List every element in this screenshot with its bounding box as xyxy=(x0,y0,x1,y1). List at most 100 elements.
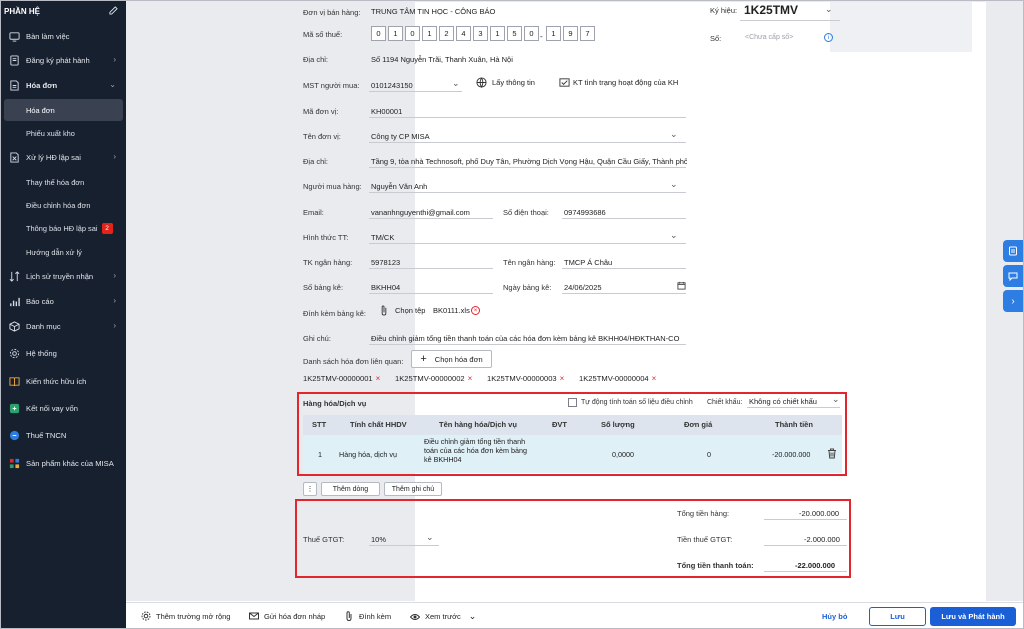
cell-amount[interactable]: -20.000.000 xyxy=(772,450,810,459)
chevron-down-icon[interactable]: ⌄ xyxy=(670,129,678,140)
sidebar-item-adjust[interactable]: Điều chỉnh hóa đơn xyxy=(1,194,126,216)
sidebar-item-report[interactable]: Báo cáo › xyxy=(1,290,126,312)
attach-button[interactable]: Đính kèm xyxy=(344,611,391,621)
sidebar-item-system[interactable]: Hệ thống xyxy=(1,342,126,364)
floating-chat-button[interactable] xyxy=(1003,265,1023,287)
add-note-button[interactable]: Thêm ghi chú xyxy=(384,482,442,496)
cell-qty[interactable]: 0,0000 xyxy=(612,450,634,459)
chevron-right-icon: › xyxy=(113,55,116,64)
choose-invoice-button[interactable]: + Chọn hóa đơn xyxy=(411,350,492,368)
list-date-input[interactable]: 24/06/2025 xyxy=(564,283,602,292)
tax-code-digit: 0 xyxy=(371,26,386,41)
related-invoice-tag: 1K25TMV-00000002 × xyxy=(395,374,473,383)
phone-label: Số điện thoại: xyxy=(503,208,549,217)
collapse-panel-button[interactable]: › xyxy=(1003,290,1023,312)
check-status-button[interactable]: KT tình trạng hoạt động của KH xyxy=(559,77,678,88)
unit-code-label: Mã đơn vị: xyxy=(303,107,339,116)
sidebar-item-history[interactable]: Lịch sử truyền nhận › xyxy=(1,265,126,287)
get-info-button[interactable]: Lấy thông tin xyxy=(476,77,535,88)
sidebar-item-knowledge[interactable]: Kiến thức hữu ích xyxy=(1,370,126,392)
phone-input[interactable]: 0974993686 xyxy=(564,208,606,217)
vat-label: Thuế GTGT: xyxy=(303,535,345,544)
preview-button[interactable]: Xem trước ⌄ xyxy=(410,611,476,622)
send-draft-button[interactable]: Gửi hóa đơn nháp xyxy=(249,611,325,621)
sidebar-item-error-handling[interactable]: Xử lý HĐ lập sai › xyxy=(1,146,126,168)
remove-tag-icon[interactable]: × xyxy=(560,374,565,383)
tax-code-digit: 1 xyxy=(546,26,561,41)
sidebar-item-pit[interactable]: Thuế TNCN xyxy=(1,424,126,446)
remove-tag-icon[interactable]: × xyxy=(468,374,473,383)
auto-calc-checkbox[interactable] xyxy=(568,398,577,407)
cancel-button[interactable]: Hủy bỏ xyxy=(822,612,847,621)
discount-select[interactable]: Không có chiết khấu xyxy=(749,397,817,406)
add-row-button[interactable]: Thêm dòng xyxy=(321,482,380,496)
info-icon[interactable]: i xyxy=(824,33,833,42)
sidebar-item-invoice[interactable]: Hóa đơn ⌄ xyxy=(1,74,126,96)
sidebar-item-loan[interactable]: Kết nối vay vốn xyxy=(1,397,126,419)
vat-select[interactable]: 10% xyxy=(371,535,386,544)
chevron-down-icon[interactable]: ⌄ xyxy=(832,394,840,405)
tax-code-digit: 9 xyxy=(563,26,578,41)
save-button[interactable]: Lưu xyxy=(869,607,926,626)
remove-tag-icon[interactable]: × xyxy=(376,374,381,383)
chevron-right-icon: › xyxy=(113,271,116,280)
cell-price[interactable]: 0 xyxy=(707,450,711,459)
tax-code-digit: 4 xyxy=(456,26,471,41)
save-publish-button[interactable]: Lưu và Phát hành xyxy=(930,607,1016,626)
apps-grid-icon xyxy=(9,458,20,469)
transfer-icon xyxy=(9,270,20,282)
chevron-down-icon[interactable]: ⌄ xyxy=(825,4,833,15)
chevron-down-icon[interactable]: ⌄ xyxy=(670,179,678,190)
buyer-tax-label: MST người mua: xyxy=(303,81,360,90)
subtotal-value: -20.000.000 xyxy=(799,509,840,518)
sidebar-item-workspace[interactable]: Bàn làm việc xyxy=(1,25,126,47)
sidebar-item-delivery-note[interactable]: Phiếu xuất kho xyxy=(1,122,126,144)
chevron-down-icon[interactable]: ⌄ xyxy=(670,230,678,241)
calendar-icon[interactable] xyxy=(677,281,686,290)
chevron-down-icon[interactable]: ⌄ xyxy=(469,611,477,622)
more-options-button[interactable]: ⋮ xyxy=(303,482,317,496)
col-stt: STT xyxy=(312,420,327,429)
bank-name-input[interactable]: TMCP Á Châu xyxy=(564,258,612,267)
sidebar-item-register[interactable]: Đăng ký phát hành › xyxy=(1,49,126,71)
sidebar-item-replace[interactable]: Thay thế hóa đơn xyxy=(1,171,126,193)
edit-icon[interactable] xyxy=(109,5,118,17)
remove-file-icon[interactable]: × xyxy=(471,306,480,315)
payment-input[interactable]: TM/CK xyxy=(371,233,394,242)
loan-icon xyxy=(9,403,20,414)
chevron-right-icon: › xyxy=(113,152,116,161)
tax-code-digit: 0 xyxy=(524,26,539,41)
email-input[interactable]: vananhnguyenthi@gmail.com xyxy=(371,208,470,217)
col-price: Đơn giá xyxy=(684,420,713,429)
chevron-down-icon[interactable]: ⌄ xyxy=(426,532,434,543)
chevron-down-icon[interactable]: ⌄ xyxy=(452,78,460,89)
sidebar-item-invoice-list[interactable]: Hóa đơn xyxy=(4,99,123,121)
sidebar-header: PHẦN HỆ xyxy=(1,1,126,21)
sidebar-item-catalog[interactable]: Danh mục › xyxy=(1,315,126,337)
symbol-value[interactable]: 1K25TMV xyxy=(744,3,798,17)
sidebar-item-notify[interactable]: Thông báo HĐ lập sai 2 xyxy=(1,217,126,239)
cell-name[interactable]: Điều chỉnh giảm tổng tiền thanh toán của… xyxy=(424,437,530,464)
sidebar-item-other-products[interactable]: Sản phẩm khác của MISA xyxy=(1,452,126,474)
cell-type[interactable]: Hàng hóa, dịch vụ xyxy=(339,450,397,459)
attached-file-name: BK0111.xls xyxy=(433,306,470,315)
sidebar-item-guide[interactable]: Hướng dẫn xử lý xyxy=(1,241,126,263)
floating-doc-button[interactable] xyxy=(1003,240,1023,262)
trash-icon[interactable] xyxy=(827,448,837,459)
email-label: Email: xyxy=(303,208,324,217)
add-field-button[interactable]: Thêm trường mở rộng xyxy=(141,611,230,621)
buyer-tax-input[interactable]: 0101243150 xyxy=(371,81,413,90)
unit-code-input[interactable]: KH00001 xyxy=(371,107,402,116)
subtotal-label: Tổng tiền hàng: xyxy=(677,509,730,518)
bank-account-input[interactable]: 5978123 xyxy=(371,258,400,267)
choose-file-button[interactable]: Chọn tệp xyxy=(380,305,425,316)
total-value: -22.000.000 xyxy=(795,561,836,570)
address2-input[interactable]: Tầng 9, tòa nhà Technosoft, phố Duy Tân,… xyxy=(371,157,687,166)
note-input[interactable]: Điều chỉnh giảm tổng tiền thanh toán của… xyxy=(371,334,687,343)
bank-account-label: TK ngân hàng: xyxy=(303,258,353,267)
col-name: Tên hàng hóa/Dịch vụ xyxy=(439,420,517,429)
list-no-input[interactable]: BKHH04 xyxy=(371,283,400,292)
buyer-input[interactable]: Nguyễn Văn Anh xyxy=(371,182,427,191)
remove-tag-icon[interactable]: × xyxy=(652,374,657,383)
unit-name-input[interactable]: Công ty CP MISA xyxy=(371,132,430,141)
